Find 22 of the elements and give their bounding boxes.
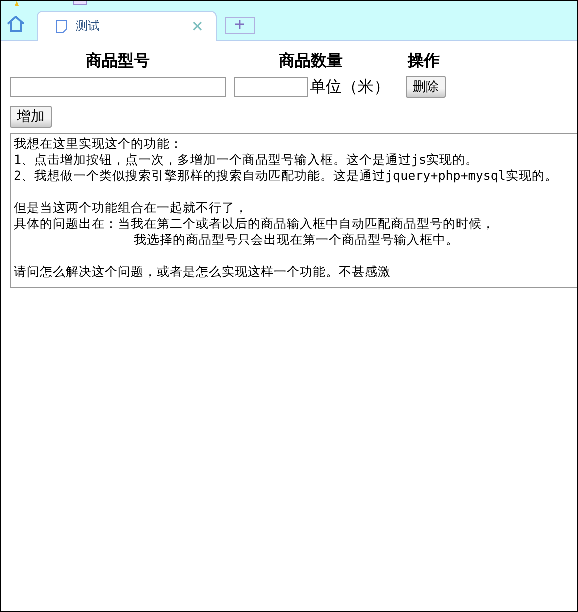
add-button[interactable]: 增加: [10, 106, 52, 128]
text-line: 请问怎么解决这个问题，或者是怎么实现这样一个功能。不甚感激: [14, 264, 391, 280]
column-header: 操作: [406, 51, 441, 72]
model-input[interactable]: [10, 77, 226, 97]
text-line: 1、点击增加按钮，点一次，多增加一个商品型号输入框。这个是通过js实现的。: [14, 152, 479, 168]
page-icon: [56, 20, 68, 34]
folder-icon[interactable]: [73, 1, 87, 6]
text-line: 我想在这里实现这个的功能：: [14, 136, 183, 152]
text-area[interactable]: [10, 133, 577, 288]
text-line: 我选择的商品型号只会出现在第一个商品型号输入框中。: [134, 232, 459, 248]
home-icon[interactable]: [7, 16, 25, 32]
delete-button[interactable]: 删除: [406, 76, 446, 98]
column-header: 商品型号: [85, 51, 151, 72]
quantity-input[interactable]: [234, 77, 308, 97]
text-line: 但是当这两个功能组合在一起就不行了，: [14, 200, 248, 216]
text-line: 具体的问题出在：当我在第二个或者以后的商品输入框中自动匹配商品型号的时候，: [14, 216, 495, 232]
browser-tab[interactable]: 测试 ×: [37, 11, 217, 41]
unit-label: 单位（米）: [310, 76, 390, 98]
text-line: 2、我想做一个类似搜索引擎那样的搜索自动匹配功能。这是通过jquery+php+mysql实现的。: [14, 168, 558, 184]
column-header: 商品数量: [278, 51, 344, 72]
tab-title: 测试: [76, 18, 101, 35]
new-tab-button[interactable]: +: [225, 17, 255, 34]
